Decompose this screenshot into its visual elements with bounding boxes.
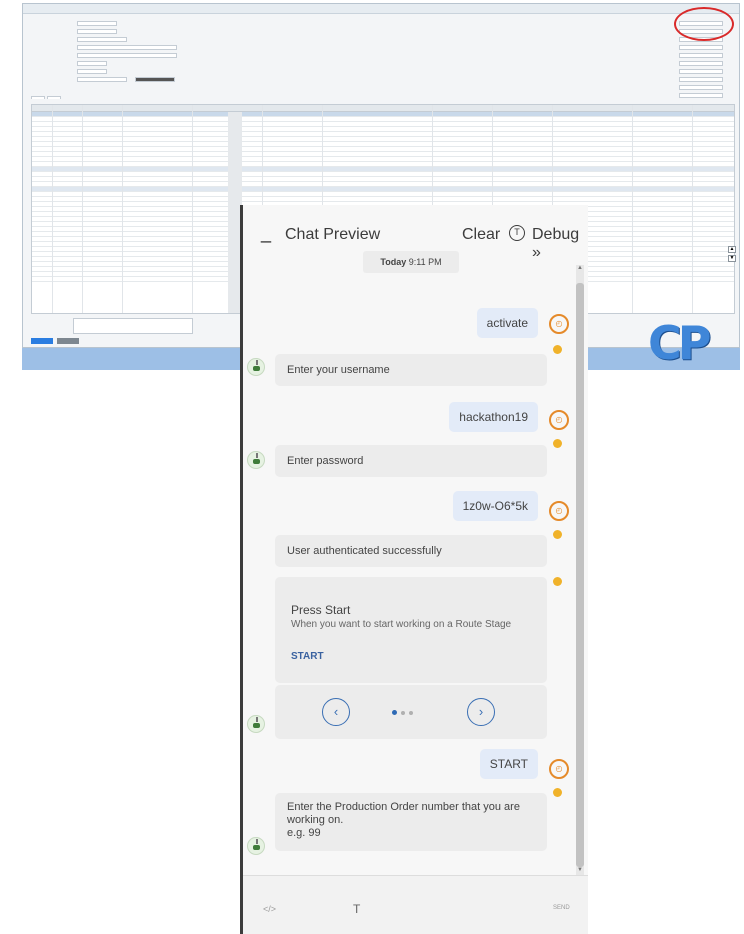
bot-status-icon (553, 530, 562, 539)
card-carousel: ‹ › (275, 685, 547, 739)
scroll-down-icon[interactable]: ▼ (576, 867, 584, 875)
minimize-icon[interactable]: _ (261, 223, 271, 244)
user-message: hackathon19 (449, 402, 538, 432)
grid-divider (192, 105, 193, 313)
bot-avatar (247, 358, 265, 376)
user-status-icon: ◴ (549, 501, 569, 521)
user-status-icon: ◴ (549, 314, 569, 334)
carousel-dot-active[interactable] (392, 710, 397, 715)
company-logo: CP (648, 316, 711, 370)
field[interactable] (77, 37, 127, 42)
grid-divider (122, 105, 123, 313)
carousel-next-button[interactable]: › (467, 698, 495, 726)
bot-status-icon (553, 439, 562, 448)
field[interactable] (679, 61, 723, 66)
start-card: Press Start When you want to start worki… (275, 577, 547, 683)
card-title: Press Start (291, 603, 351, 617)
text-format-icon[interactable]: T (353, 902, 360, 916)
field[interactable] (679, 69, 723, 74)
field[interactable] (679, 93, 723, 98)
bot-message: User authenticated successfully (275, 535, 547, 567)
reset-icon[interactable]: T (509, 225, 525, 241)
form-tabs (31, 96, 63, 99)
arrow-down-icon[interactable]: ▼ (728, 255, 736, 262)
field[interactable] (679, 85, 723, 90)
arrow-up-icon[interactable]: ▲ (728, 246, 736, 253)
chat-preview-panel: _ Chat Preview Clear T Debug » ▲ ▼ Today… (240, 205, 588, 934)
carousel-prev-button[interactable]: ‹ (322, 698, 350, 726)
grid-header (32, 105, 734, 112)
field[interactable] (77, 53, 177, 58)
field[interactable] (679, 53, 723, 58)
bot-avatar (247, 837, 265, 855)
screen: ▲ ▼ CP _ Chat Preview Clear T Debug » ▲ … (0, 0, 744, 934)
field[interactable] (77, 77, 127, 82)
scroll-thumb[interactable] (576, 283, 584, 867)
chat-header: _ Chat Preview Clear T Debug » (243, 205, 588, 261)
user-message: activate (476, 308, 538, 338)
chat-scrollbar[interactable]: ▲ ▼ (576, 265, 584, 875)
timestamp-divider: Today 9:11 PM (363, 251, 459, 273)
bot-message: Enter the Production Order number that y… (275, 793, 547, 851)
grid-divider (82, 105, 83, 313)
user-message: 1z0w-O6*5k (452, 491, 538, 521)
message-input[interactable]: </> (263, 904, 276, 914)
user-status-icon: ◴ (549, 759, 569, 779)
tab[interactable] (31, 96, 45, 99)
send-button[interactable]: SEND (553, 905, 570, 911)
field[interactable] (77, 69, 107, 74)
card-start-button[interactable]: START (291, 651, 324, 662)
timestamp-time: 9:11 PM (408, 257, 442, 267)
window-title-bar (23, 4, 739, 14)
timestamp-day: Today (380, 257, 407, 267)
debug-label: Debug (532, 226, 580, 243)
field[interactable] (679, 77, 723, 82)
bot-status-icon (553, 788, 562, 797)
tab[interactable] (47, 96, 61, 99)
dropdown[interactable] (135, 77, 175, 82)
user-message: START (479, 749, 538, 779)
bot-message-text: Enter the Production Order number that y… (287, 801, 520, 826)
bot-message: Enter password (275, 445, 547, 477)
clear-button[interactable]: Clear (462, 226, 500, 244)
grid-divider (632, 105, 633, 313)
header-fields-left (29, 20, 219, 84)
chevrons-right-icon: » (532, 244, 541, 261)
field[interactable] (77, 45, 177, 50)
carousel-dot[interactable] (401, 711, 405, 715)
grid-divider (52, 105, 53, 313)
carousel-dot[interactable] (409, 711, 413, 715)
field[interactable] (77, 21, 117, 26)
remarks-field[interactable] (73, 318, 193, 334)
bot-avatar (247, 451, 265, 469)
debug-button[interactable]: Debug » (532, 226, 588, 262)
field[interactable] (77, 29, 117, 34)
grid-scroll-arrows: ▲ ▼ (728, 246, 736, 264)
bot-status-icon (553, 345, 562, 354)
field[interactable] (679, 45, 723, 50)
highlight-circle-annotation (674, 7, 734, 41)
field[interactable] (77, 61, 107, 66)
chat-title: Chat Preview (285, 226, 381, 243)
bot-message: Enter your username (275, 354, 547, 386)
ok-button[interactable] (31, 338, 53, 344)
bot-avatar (247, 715, 265, 733)
scroll-up-icon[interactable]: ▲ (576, 265, 584, 275)
message-input-bar[interactable]: </> T SEND (243, 875, 588, 934)
bot-status-icon (553, 577, 562, 586)
cancel-button[interactable] (57, 338, 79, 344)
user-status-icon: ◴ (549, 410, 569, 430)
grid-divider (692, 105, 693, 313)
bot-message-hint: e.g. 99 (287, 827, 321, 839)
card-subtitle: When you want to start working on a Rout… (291, 619, 512, 630)
